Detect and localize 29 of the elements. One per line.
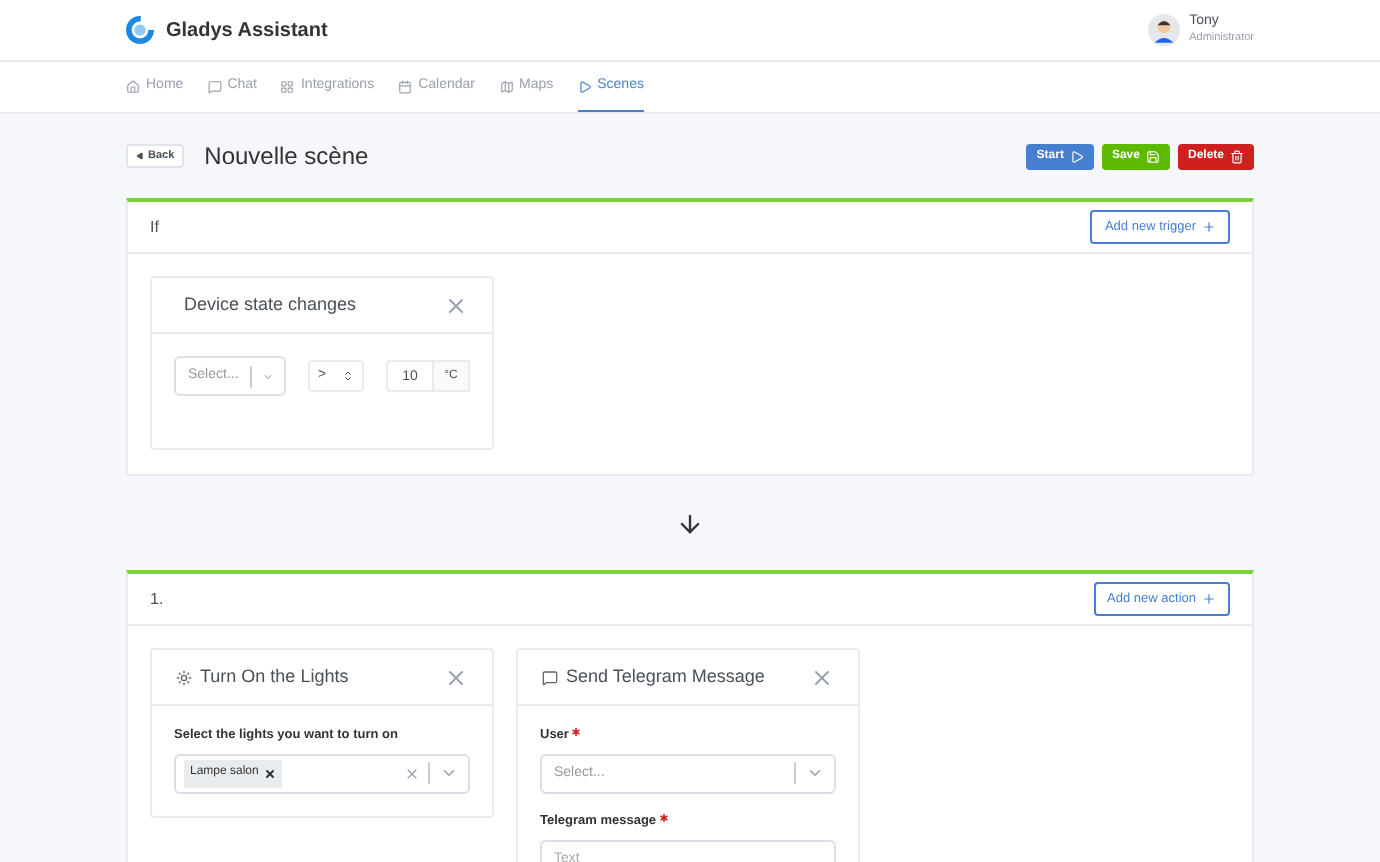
card-title: Device state changes: [184, 291, 359, 318]
chat-icon: [207, 79, 222, 93]
down-arrow-icon: [676, 509, 704, 537]
grid-icon: [280, 79, 295, 93]
play-icon: [577, 79, 592, 93]
card-title: Turn On the Lights: [200, 663, 351, 690]
section-label: 1.: [150, 587, 166, 611]
calendar-icon: [398, 79, 413, 93]
trash-icon: [1230, 149, 1244, 163]
close-icon[interactable]: [444, 293, 468, 317]
clear-icon[interactable]: [404, 765, 420, 782]
sun-icon: [176, 669, 192, 685]
remove-icon[interactable]: [264, 767, 277, 780]
page-title: Nouvelle scène: [204, 140, 369, 174]
section-label: If: [150, 215, 161, 239]
chat-icon: [542, 669, 558, 685]
back-arrow-icon: [136, 152, 144, 160]
play-icon: [1069, 149, 1084, 163]
plus-icon: [1202, 220, 1216, 234]
home-icon: [126, 79, 140, 93]
logo-icon: [126, 16, 154, 44]
map-icon: [499, 79, 513, 93]
close-icon[interactable]: [444, 665, 468, 689]
save-icon: [1145, 149, 1160, 163]
card-title: Send Telegram Message: [566, 663, 767, 690]
plus-icon: [1202, 592, 1216, 606]
avatar-icon: [1147, 14, 1180, 46]
app-name: Gladys Assistant: [166, 17, 328, 45]
close-icon[interactable]: [810, 665, 834, 689]
